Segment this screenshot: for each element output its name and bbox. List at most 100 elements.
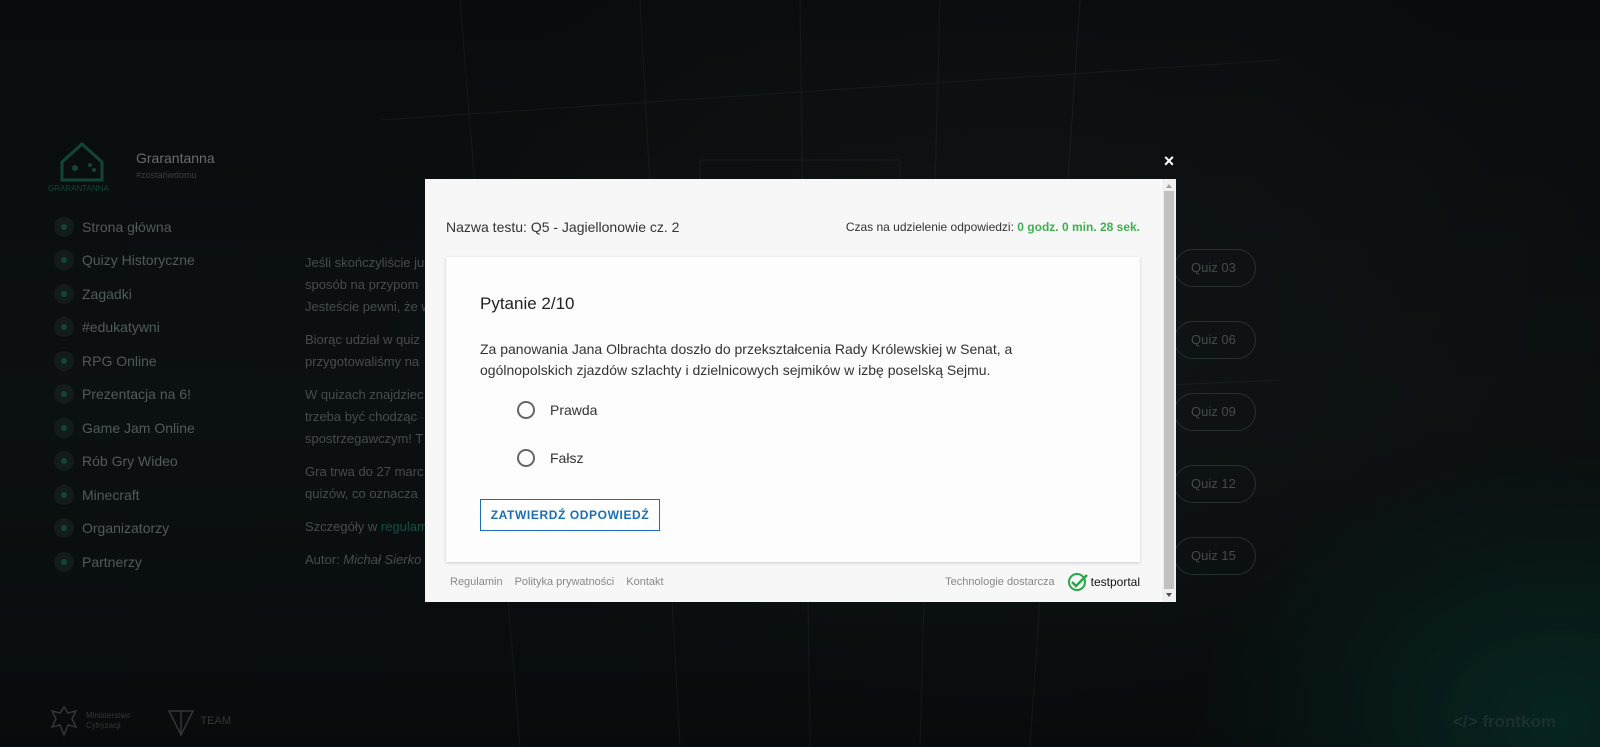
sidebar-item-label: Prezentacja na 6! [82,386,191,403]
scroll-up-icon[interactable] [1166,184,1172,188]
article-line: Szczegóły w [305,519,381,534]
provider-credit: Technologie dostarcza testportal [945,572,1140,592]
sidebar-item-label: #edukatywni [82,319,160,336]
terms-link[interactable]: Regulamin [450,576,503,588]
scroll-down-icon[interactable] [1166,593,1172,597]
bullet-icon [54,551,74,572]
question-card: Pytanie 2/10 Za panowania Jana Olbrachta… [446,257,1140,562]
answer-option-true[interactable]: Prawda [517,401,597,419]
footer-links: Regulamin Polityka prywatności Kontakt [450,576,664,588]
question-text: Za panowania Jana Olbrachta doszło do pr… [480,341,1013,378]
brand-tagline: #zostańwdomu [136,170,197,180]
bullet-icon [54,384,74,405]
checkmark-icon [1067,573,1088,591]
quiz-button[interactable]: Quiz 09 [1174,393,1256,431]
bullet-icon [54,350,74,371]
sidebar-item-label: Rób Gry Wideo [82,453,178,470]
sidebar-item-presentation[interactable]: Prezentacja na 6! [54,378,195,412]
article-line: Gra trwa do 27 marc [305,464,424,479]
article-line: Jesteście pewni, że w [305,299,425,314]
modal-content: Nazwa testu: Q5 - Jagiellonowie cz. 2 Cz… [425,179,1161,602]
author-name: Michał Sierko [343,552,422,567]
provider-label: Technologie dostarcza [945,576,1055,588]
sidebar-nav: Strona główna Quizy Historyczne Zagadki … [54,210,195,579]
team-triangle-icon [168,710,195,737]
sidebar-item-label: Quizy Historyczne [82,252,195,269]
sidebar-item-puzzles[interactable]: Zagadki [54,277,195,311]
quiz-button[interactable]: Quiz 06 [1174,321,1256,359]
frontkom-logo: </> frontkom [1453,712,1556,732]
sidebar-item-organizers[interactable]: Organizatorzy [54,512,195,546]
bullet-icon [54,417,74,438]
sidebar-item-label: Minecraft [82,486,140,503]
sidebar-item-label: Strona główna [82,218,172,235]
ministry-line: Ministerstwo [86,711,131,720]
quiz-button-list: Quiz 03 Quiz 06 Quiz 09 Quiz 12 Quiz 15 [1174,249,1256,609]
sidebar-item-history-quizzes[interactable]: Quizy Historyczne [54,244,195,278]
sidebar-item-minecraft[interactable]: Minecraft [54,478,195,512]
quiz-button[interactable]: Quiz 12 [1174,465,1256,503]
article-line: sposób na przypom [305,277,419,292]
test-header: Nazwa testu: Q5 - Jagiellonowie cz. 2 Cz… [446,219,1140,235]
brand-logo[interactable]: GRARANTANNA Grarantanna #zostańwdomu [48,140,215,193]
article-line: W quizach znajdziec [305,387,424,402]
test-name: Nazwa testu: Q5 - Jagiellonowie cz. 2 [446,219,680,235]
brand-name: Grarantanna [136,150,215,166]
team-logo: TEAM [166,705,231,737]
eagle-icon [50,705,78,737]
sidebar-item-game-jam[interactable]: Game Jam Online [54,411,195,445]
bullet-icon [54,317,74,338]
article-line: Autor: [305,552,344,567]
bullet-icon [54,451,74,472]
quiz-button[interactable]: Quiz 15 [1174,537,1256,575]
logo-caption: GRARANTANNA [48,184,109,192]
answer-label: Fałsz [550,450,584,466]
background-article: Jeśli skończyliście ju sposób na przypom J… [305,252,425,582]
close-icon[interactable]: × [1160,152,1178,170]
scrollbar-thumb[interactable] [1164,191,1174,589]
sidebar-item-home[interactable]: Strona główna [54,210,195,244]
ministry-logo: Ministerstwo Cyfryzacji [50,705,130,737]
answer-label: Prawda [550,402,598,418]
modal-footer: Regulamin Polityka prywatności Kontakt T… [450,572,1140,592]
gamepad-house-icon: GRARANTANNA [48,140,126,193]
sidebar-item-label: Organizatorzy [82,520,170,537]
sidebar-item-make-games[interactable]: Rób Gry Wideo [54,445,195,479]
answer-option-false[interactable]: Fałsz [517,449,583,467]
bullet-icon [54,518,74,539]
regulations-link[interactable]: regulam [381,519,425,534]
radio-button[interactable] [517,401,535,419]
article-line: przygotowaliśmy na [305,354,420,369]
bullet-icon [54,216,74,237]
sidebar-item-edukatywni[interactable]: #edukatywni [54,311,195,345]
article-line: quizów, co oznacza [305,486,418,501]
sidebar-item-label: Zagadki [82,285,132,302]
testportal-label: testportal [1090,575,1140,589]
answer-timer: Czas na udzielenie odpowiedzi: 0 godz. 0… [846,220,1140,234]
article-line: spostrzegawczym! T [305,431,424,446]
bullet-icon [54,250,74,271]
article-line: Jeśli skończyliście ju [305,255,425,270]
timer-label: Czas na udzielenie odpowiedzi: [845,220,1018,234]
article-line: Biorąc udział w quiz [305,332,420,347]
radio-button[interactable] [517,449,535,467]
sidebar-item-rpg-online[interactable]: RPG Online [54,344,195,378]
contact-link[interactable]: Kontakt [626,576,663,588]
quiz-modal: Nazwa testu: Q5 - Jagiellonowie cz. 2 Cz… [425,179,1176,602]
ministry-line: Cyfryzacji [86,721,121,730]
team-label: TEAM [200,715,232,727]
sidebar-item-label: RPG Online [82,352,157,369]
frontkom-label: frontkom [1482,712,1556,731]
sidebar-item-label: Game Jam Online [82,419,195,436]
frontkom-icon: </> [1453,712,1478,731]
modal-scrollbar[interactable] [1162,179,1176,602]
sidebar-item-label: Partnerzy [82,553,142,570]
sidebar-item-partners[interactable]: Partnerzy [54,545,195,579]
article-line: trzeba być chodząc [305,409,418,424]
quiz-button[interactable]: Quiz 03 [1174,249,1256,287]
privacy-link[interactable]: Polityka prywatności [515,576,615,588]
submit-answer-button[interactable]: ZATWIERDŹ ODPOWIEDŹ [480,499,660,531]
timer-value: 0 godz. 0 min. 28 sek. [1017,220,1140,234]
testportal-logo[interactable]: testportal [1067,572,1140,592]
partner-logos: Ministerstwo Cyfryzacji TEAM [50,705,231,737]
